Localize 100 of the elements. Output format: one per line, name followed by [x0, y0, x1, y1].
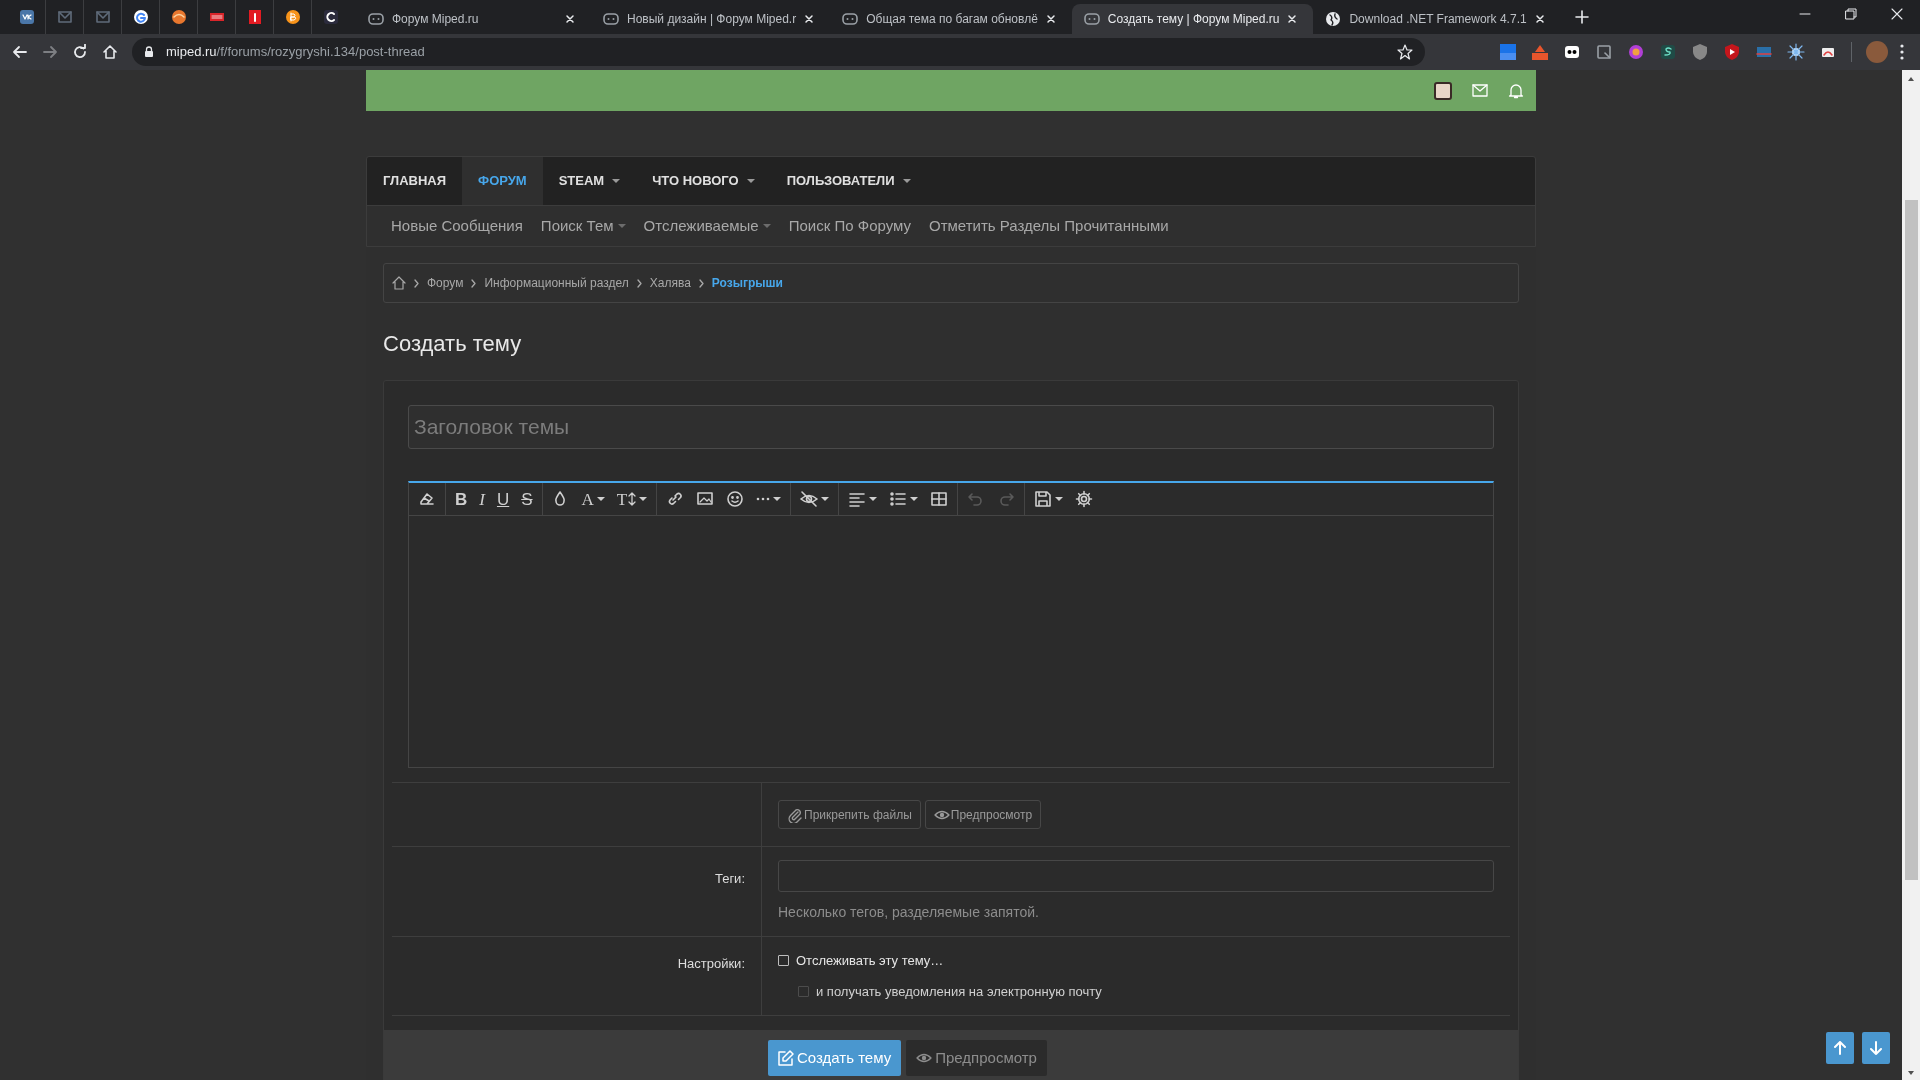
caret-icon — [773, 496, 782, 502]
eraser-icon — [418, 490, 436, 508]
toolbar-button[interactable]: Предпросмотр — [924, 800, 1042, 829]
toolbar-button[interactable]: S — [515, 485, 539, 513]
smiley-icon — [726, 490, 745, 508]
close-icon[interactable] — [565, 14, 575, 24]
nav-tab[interactable]: STEAM — [542, 157, 637, 205]
eye-slash-icon — [800, 490, 819, 508]
square-icon[interactable] — [246, 9, 263, 25]
ball-icon[interactable] — [170, 9, 187, 25]
restore-icon[interactable] — [1845, 8, 1857, 20]
back-icon[interactable] — [12, 44, 28, 60]
subnav-link[interactable]: Отслеживаемые — [643, 214, 771, 238]
subnav-link[interactable]: Новые Сообщения — [391, 214, 523, 238]
eyes-icon[interactable] — [1563, 43, 1581, 61]
bell-icon[interactable] — [1508, 82, 1524, 99]
badge-icon[interactable] — [1531, 43, 1549, 61]
scroll-up-button[interactable] — [1826, 1032, 1854, 1064]
letter-g-icon[interactable] — [132, 9, 149, 25]
updown-arrow-icon — [628, 492, 637, 506]
gamepad-icon — [1083, 11, 1100, 27]
toolbar-button[interactable]: I — [473, 485, 491, 513]
caret-icon — [902, 178, 911, 184]
caret-icon — [617, 223, 626, 229]
shield-icon[interactable] — [1723, 43, 1741, 61]
toolbar-button[interactable]: T — [610, 485, 654, 513]
arrow-down-icon — [1869, 1041, 1883, 1055]
close-icon[interactable] — [804, 14, 815, 24]
field-label: Настройки: — [677, 955, 745, 973]
caret-icon — [1055, 496, 1064, 502]
home-icon[interactable] — [392, 276, 406, 290]
caret-icon — [746, 178, 755, 184]
coin-icon[interactable] — [284, 9, 301, 25]
ellipsis-icon — [756, 497, 771, 501]
link-icon — [666, 490, 685, 508]
align-icon — [848, 490, 867, 508]
breadcrumb-link[interactable]: Халява — [649, 274, 691, 292]
nav-tab[interactable]: ПОЛЬЗОВАТЕЛИ — [770, 157, 927, 205]
burst-icon[interactable] — [1787, 43, 1805, 61]
chevron-icon — [698, 278, 704, 288]
subnav-link[interactable]: Отметить Разделы Прочитанными — [928, 214, 1169, 238]
star-icon[interactable] — [1397, 44, 1413, 60]
caret-icon — [639, 496, 648, 502]
letter-s-icon[interactable] — [1659, 43, 1677, 61]
breadcrumb-link[interactable]: Розыгрыши — [711, 274, 783, 292]
close-icon[interactable] — [1534, 14, 1545, 24]
subnav-link[interactable]: Поиск По Форуму — [788, 214, 911, 238]
settings-icon — [1075, 490, 1094, 508]
field-hint: Несколько тегов, разделяемые запятой. — [778, 903, 1040, 922]
square-icon[interactable] — [18, 9, 35, 25]
browser-tab[interactable]: Новый дизайн | Форум Miped.r — [591, 4, 831, 34]
title-field[interactable]: Заголовок темы — [408, 405, 1494, 449]
nav-tab[interactable]: ЧТО НОВОГО — [636, 157, 771, 205]
mail-icon[interactable] — [1472, 83, 1488, 98]
toolbar-button[interactable]: U — [490, 485, 516, 513]
browser-tab[interactable]: Создать тему | Форум Miped.ru — [1071, 4, 1314, 34]
subnav-link[interactable]: Поиск Тем — [540, 214, 626, 238]
browser-tab[interactable]: Общая тема по багам обновлё — [830, 4, 1072, 34]
breadcrumb-link[interactable]: Информационный раздел — [484, 274, 629, 292]
badge-icon[interactable] — [1499, 43, 1517, 61]
avatar[interactable] — [1434, 81, 1452, 100]
nav-tab[interactable]: ФОРУМ — [462, 157, 543, 205]
address-bar[interactable]: miped.ru/f/forums/rozygryshi.134/post-thread — [132, 38, 1425, 66]
page-title: Создать тему — [383, 330, 523, 358]
globe-icon — [1325, 11, 1342, 27]
reload-icon[interactable] — [72, 44, 88, 60]
menu-icon[interactable] — [1900, 44, 1904, 60]
mail-icon[interactable] — [56, 9, 73, 25]
lock-icon — [144, 46, 154, 58]
chevron-icon — [471, 278, 477, 288]
preview-button[interactable]: Предпросмотр — [906, 1040, 1047, 1076]
breadcrumb-link[interactable]: Форум — [427, 274, 464, 292]
floppy-icon — [1034, 490, 1053, 508]
close-icon[interactable] — [1287, 14, 1298, 24]
table-icon — [930, 490, 949, 508]
caret-icon — [910, 496, 919, 502]
caret-icon — [869, 496, 878, 502]
close-icon[interactable] — [1891, 8, 1903, 20]
nav-tab[interactable]: ГЛАВНАЯ — [367, 157, 463, 205]
url-text: miped.ru/f/forums/rozygryshi.134/post-thread — [166, 43, 425, 62]
down-arrow-icon[interactable] — [1907, 1070, 1915, 1076]
up-arrow-icon[interactable] — [1907, 76, 1915, 82]
scroll-down-button[interactable] — [1862, 1032, 1890, 1064]
close-icon[interactable] — [1045, 14, 1056, 24]
toolbar-button[interactable]: B — [449, 485, 474, 513]
paperclip-icon — [787, 806, 803, 823]
checkbox[interactable] — [778, 955, 789, 967]
browser-tab[interactable]: Форум Miped.ru — [356, 4, 591, 34]
chevron-icon — [636, 278, 642, 288]
toolbar-button[interactable]: A — [575, 485, 611, 513]
mail-icon[interactable] — [94, 9, 111, 25]
plus-icon[interactable] — [1574, 10, 1589, 24]
caret-icon — [821, 496, 830, 502]
forward-icon[interactable] — [42, 44, 58, 60]
scrollbar[interactable] — [1902, 70, 1920, 1080]
scroll-thumb[interactable] — [1904, 200, 1918, 880]
toolbar-button[interactable]: Прикрепить файлы — [778, 800, 921, 829]
tags-field[interactable] — [778, 860, 1494, 892]
list-icon — [889, 490, 908, 508]
browser-tab[interactable]: Download .NET Framework 4.7.1 — [1313, 4, 1561, 34]
